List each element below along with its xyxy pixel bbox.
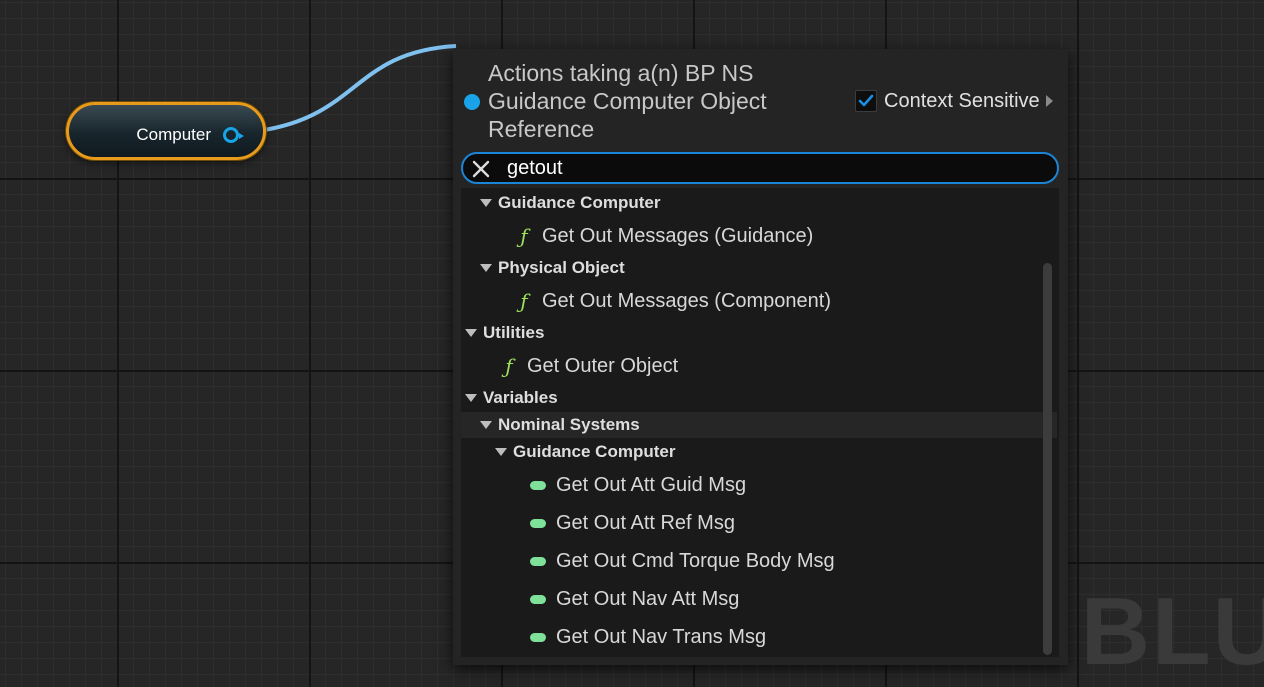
action-menu: Actions taking a(n) BP NS Guidance Compu… <box>453 49 1068 665</box>
expand-triangle-icon[interactable] <box>465 329 477 337</box>
list-scrollbar[interactable] <box>1043 263 1052 655</box>
menu-title: Actions taking a(n) BP NS Guidance Compu… <box>488 60 767 142</box>
expand-triangle-icon[interactable] <box>480 264 492 272</box>
output-pin-icon[interactable] <box>223 127 239 143</box>
variable-pill-icon <box>530 556 546 566</box>
category-label: Variables <box>483 388 558 407</box>
category-label: Guidance Computer <box>513 442 676 461</box>
variable-item[interactable]: Get Out Nav Trans Msg <box>461 624 1059 650</box>
chevron-right-icon[interactable] <box>1045 95 1053 107</box>
variable-label: Get Out Nav Trans Msg <box>556 625 767 648</box>
category-guidance-computer-vars[interactable]: Guidance Computer <box>461 439 1059 465</box>
expand-triangle-icon[interactable] <box>480 421 492 429</box>
expand-triangle-icon[interactable] <box>480 199 492 207</box>
close-icon[interactable] <box>471 159 491 179</box>
variable-label: Get Out Cmd Torque Body Msg <box>556 549 835 572</box>
category-variables[interactable]: Variables <box>461 385 1042 411</box>
action-label: Get Outer Object <box>527 354 679 377</box>
category-physical-object[interactable]: Physical Object <box>461 255 1057 281</box>
category-label: Nominal Systems <box>498 415 640 434</box>
pin-arrow-icon <box>239 133 244 139</box>
category-label: Physical Object <box>498 258 625 277</box>
node-label: Computer <box>136 125 211 144</box>
variable-pill-icon <box>530 594 546 604</box>
context-sensitive-label: Context Sensitive <box>884 89 1040 112</box>
expand-triangle-icon[interactable] <box>495 448 507 456</box>
category-nominal-systems[interactable]: Nominal Systems <box>461 412 1057 438</box>
expand-triangle-icon[interactable] <box>465 394 477 402</box>
action-item[interactable]: ƒ Get Out Messages (Component) <box>461 288 1059 314</box>
function-icon: ƒ <box>520 224 528 248</box>
category-label: Guidance Computer <box>498 193 661 212</box>
action-label: Get Out Messages (Guidance) <box>542 224 814 247</box>
menu-header: Actions taking a(n) BP NS Guidance Compu… <box>453 49 1068 149</box>
variable-pill-icon <box>530 480 546 490</box>
category-guidance-computer[interactable]: Guidance Computer <box>461 190 1057 216</box>
context-sensitive-toggle[interactable]: Context Sensitive <box>855 89 1053 113</box>
checkmark-icon <box>858 94 874 107</box>
action-label: Get Out Messages (Component) <box>542 289 832 312</box>
category-utilities[interactable]: Utilities <box>461 320 1042 346</box>
variable-label: Get Out Nav Att Msg <box>556 587 740 610</box>
search-input[interactable] <box>507 155 1027 181</box>
category-label: Utilities <box>483 323 545 342</box>
object-reference-dot-icon <box>464 94 480 110</box>
variable-pill-icon <box>530 632 546 642</box>
computer-node[interactable]: Computer <box>66 102 266 160</box>
variable-item[interactable]: Get Out Nav Att Msg <box>461 586 1059 612</box>
action-list: Guidance Computer ƒ Get Out Messages (Gu… <box>461 188 1059 657</box>
context-sensitive-checkbox[interactable] <box>855 90 877 112</box>
variable-item[interactable]: Get Out Att Guid Msg <box>461 472 1059 498</box>
function-icon: ƒ <box>520 289 528 313</box>
function-icon: ƒ <box>505 354 513 378</box>
action-item[interactable]: ƒ Get Outer Object <box>461 353 1059 379</box>
search-box <box>461 152 1059 184</box>
variable-pill-icon <box>530 518 546 528</box>
action-item[interactable]: ƒ Get Out Messages (Guidance) <box>461 223 1059 249</box>
variable-label: Get Out Att Guid Msg <box>556 473 747 496</box>
variable-item[interactable]: Get Out Cmd Torque Body Msg <box>461 548 1059 574</box>
variable-item[interactable]: Get Out Att Ref Msg <box>461 510 1059 536</box>
variable-label: Get Out Att Ref Msg <box>556 511 735 534</box>
